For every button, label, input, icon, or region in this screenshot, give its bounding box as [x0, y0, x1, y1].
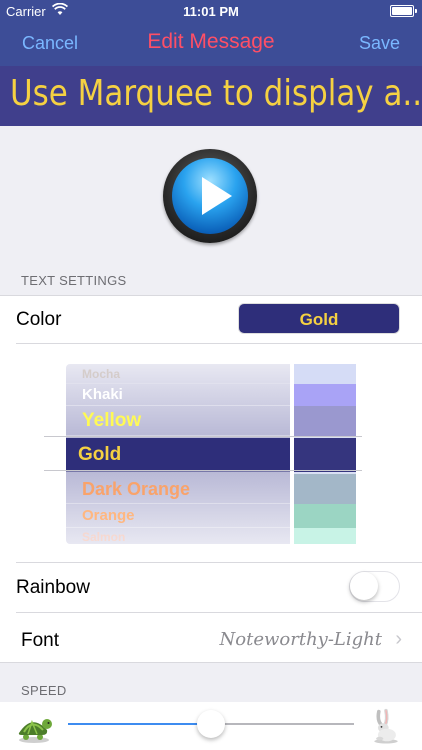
color-swatch-column	[294, 364, 356, 544]
status-bar: Carrier 11:01 PM	[0, 0, 422, 22]
picker-option[interactable]: Dark Orange	[66, 474, 290, 504]
divider	[16, 562, 422, 563]
play-icon	[202, 177, 232, 215]
status-time: 11:01 PM	[183, 4, 239, 19]
chevron-right-icon: ›	[395, 628, 402, 650]
marquee-text: Use Marquee to display a...	[10, 73, 422, 114]
picker-option-selected[interactable]: Gold	[66, 438, 290, 472]
color-picker[interactable]: Mocha Khaki Yellow Gold Dark Orange Oran…	[0, 344, 422, 562]
divider	[16, 612, 422, 613]
color-label: Color	[16, 309, 62, 330]
color-picker-wheel[interactable]: Mocha Khaki Yellow Gold Dark Orange Oran…	[66, 364, 290, 544]
color-value-button[interactable]: Gold	[238, 303, 400, 334]
save-button[interactable]: Save	[359, 33, 400, 54]
turtle-icon	[18, 719, 52, 743]
rainbow-label: Rainbow	[16, 577, 90, 598]
rabbit-icon	[374, 708, 398, 744]
picker-selection-line	[44, 436, 362, 437]
battery-icon	[390, 5, 417, 17]
section-header-text-settings: TEXT SETTINGS	[21, 273, 127, 288]
picker-option[interactable]: Yellow	[66, 406, 290, 436]
speed-slider-knob[interactable]	[197, 710, 225, 738]
picker-option[interactable]: Salmon	[66, 528, 290, 544]
font-label: Font	[21, 630, 60, 651]
toggle-knob	[350, 572, 378, 600]
speed-slider-track-filled[interactable]	[68, 723, 211, 725]
picker-option[interactable]: Mocha	[66, 364, 290, 384]
picker-selection-line	[44, 470, 362, 471]
play-button[interactable]	[163, 149, 257, 243]
picker-option[interactable]: Khaki	[66, 384, 290, 406]
speed-slider-track[interactable]	[211, 723, 354, 725]
font-value[interactable]: Noteworthy-Light	[220, 629, 382, 650]
divider	[0, 662, 422, 663]
marquee-preview: Use Marquee to display a...	[0, 66, 422, 126]
picker-option[interactable]: Orange	[66, 504, 290, 528]
section-header-speed: SPEED	[21, 683, 67, 698]
rainbow-toggle[interactable]	[349, 571, 400, 602]
divider	[0, 295, 422, 296]
navigation-bar: Carrier 11:01 PM Cancel Edit Message Sav…	[0, 0, 422, 66]
